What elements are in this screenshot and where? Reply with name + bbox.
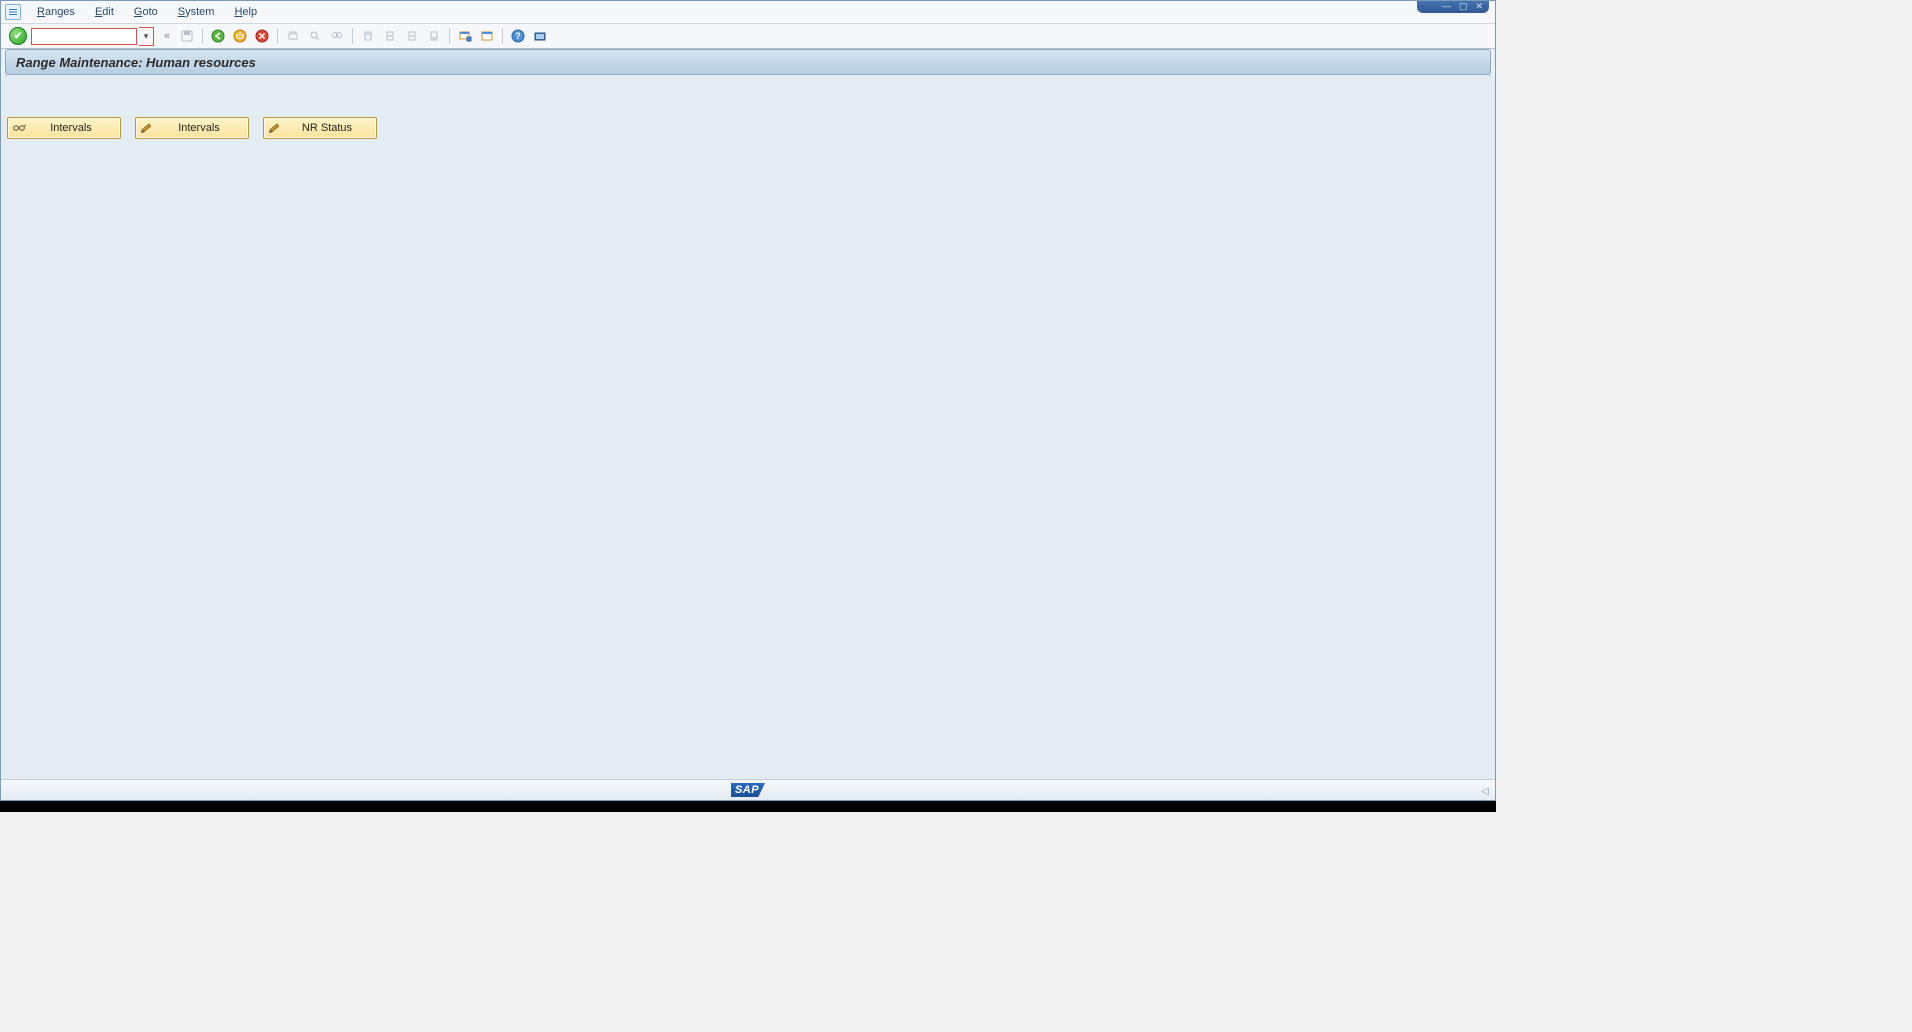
edit-icon	[268, 121, 282, 135]
sap-gui-window: — ▢ ✕ Ranges Edit Goto System Help ✔ ▾ «	[0, 0, 1496, 801]
next-page-icon	[403, 27, 421, 45]
enter-icon[interactable]: ✔	[9, 27, 27, 45]
display-intervals-button[interactable]: Intervals	[7, 117, 121, 139]
toolbar-separator	[502, 28, 503, 44]
command-field[interactable]	[31, 28, 137, 45]
toolbar-collapse-icon[interactable]: «	[160, 27, 174, 45]
edit-icon	[140, 121, 154, 135]
cancel-icon[interactable]	[253, 27, 271, 45]
exit-icon[interactable]	[231, 27, 249, 45]
button-label: Intervals	[26, 122, 116, 134]
save-icon[interactable]	[178, 27, 196, 45]
content-area: Intervals Intervals NR Status	[1, 77, 1495, 780]
button-row: Intervals Intervals NR Status	[7, 117, 1489, 139]
screen-title-text: Range Maintenance: Human resources	[16, 55, 256, 70]
prev-page-icon	[381, 27, 399, 45]
toolbar-separator	[352, 28, 353, 44]
app-menu-icon[interactable]	[5, 4, 21, 20]
button-label: NR Status	[282, 122, 372, 134]
menu-item-ranges[interactable]: Ranges	[27, 4, 85, 20]
customize-layout-icon[interactable]	[531, 27, 549, 45]
help-icon[interactable]: ?	[509, 27, 527, 45]
status-expand-icon[interactable]: ◁	[1481, 786, 1489, 797]
find-next-icon	[328, 27, 346, 45]
svg-text:?: ?	[515, 31, 521, 41]
print-icon	[284, 27, 302, 45]
status-bar: SAP ◁	[1, 779, 1495, 800]
sap-logo: SAP	[731, 783, 765, 797]
find-icon	[306, 27, 324, 45]
window-controls: — ▢ ✕	[1417, 0, 1489, 13]
create-shortcut-icon[interactable]	[478, 27, 496, 45]
command-dropdown-icon[interactable]: ▾	[139, 27, 154, 46]
toolbar-separator	[277, 28, 278, 44]
toolbar-separator	[449, 28, 450, 44]
first-page-icon	[359, 27, 377, 45]
menu-item-goto[interactable]: Goto	[124, 4, 168, 20]
menu-item-help[interactable]: Help	[224, 4, 267, 20]
standard-toolbar: ✔ ▾ « ?	[1, 24, 1495, 49]
button-label: Intervals	[154, 122, 244, 134]
minimize-icon[interactable]: —	[1442, 2, 1451, 11]
close-icon[interactable]: ✕	[1475, 2, 1483, 11]
toolbar-separator	[202, 28, 203, 44]
restore-icon[interactable]: ▢	[1459, 2, 1468, 11]
back-icon[interactable]	[209, 27, 227, 45]
last-page-icon	[425, 27, 443, 45]
menu-item-edit[interactable]: Edit	[85, 4, 124, 20]
menu-bar: Ranges Edit Goto System Help	[1, 1, 1495, 24]
nr-status-button[interactable]: NR Status	[263, 117, 377, 139]
change-intervals-button[interactable]: Intervals	[135, 117, 249, 139]
new-session-icon[interactable]	[456, 27, 474, 45]
menu-item-system[interactable]: System	[168, 4, 225, 20]
display-icon	[12, 121, 26, 135]
command-field-wrap: ▾	[31, 27, 154, 46]
screen-title: Range Maintenance: Human resources	[5, 49, 1491, 75]
